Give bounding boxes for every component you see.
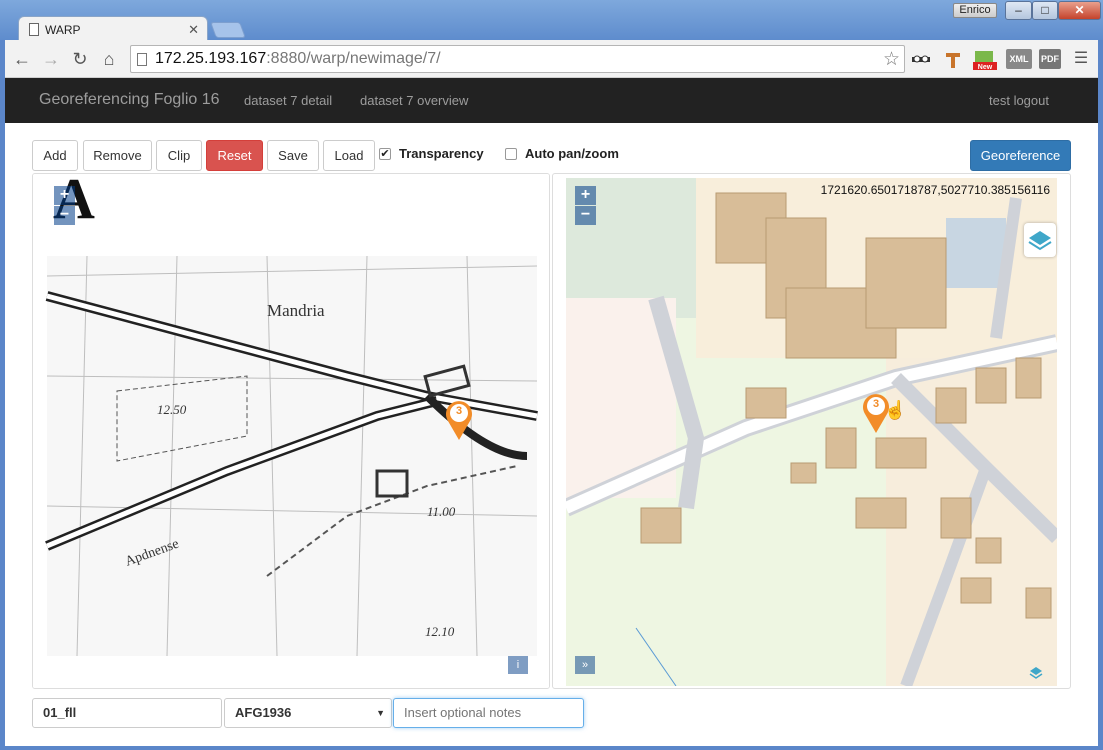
incognito-icon[interactable]	[910, 49, 932, 69]
home-icon[interactable]: ⌂	[98, 48, 120, 70]
logout-link[interactable]: test logout	[989, 93, 1049, 108]
crs-selected-value: AFG1936	[235, 705, 292, 720]
crs-select[interactable]: AFG1936 ▼	[224, 698, 392, 728]
basemap[interactable]: 3 ☝	[566, 178, 1057, 686]
layer-switcher-button[interactable]	[1024, 223, 1056, 257]
url-path: :8880/warp/newimage/7/	[266, 50, 441, 67]
new-badge-icon[interactable]: New	[973, 49, 997, 71]
page-icon	[29, 23, 39, 36]
overview-expand-button[interactable]: »	[575, 656, 595, 674]
dropdown-caret-icon: ▼	[376, 708, 385, 718]
page: Georeferencing Foglio 16 dataset 7 detai…	[5, 78, 1098, 746]
zoom-in-button[interactable]: +	[54, 186, 75, 205]
gcp-number: 3	[455, 405, 463, 417]
minimize-button[interactable]: –	[1005, 1, 1032, 20]
forward-icon[interactable]: →	[40, 48, 62, 70]
info-button[interactable]: i	[508, 656, 528, 674]
nav-dataset-overview[interactable]: dataset 7 overview	[360, 93, 468, 108]
transparency-checkbox[interactable]: ✔	[379, 148, 391, 160]
navbar: Georeferencing Foglio 16 dataset 7 detai…	[5, 78, 1098, 123]
document-icon	[137, 52, 147, 66]
right-zoom-control: + −	[575, 186, 596, 226]
new-tab-button[interactable]	[210, 22, 246, 38]
svg-text:New: New	[978, 64, 993, 71]
reset-button[interactable]: Reset	[206, 140, 263, 171]
autopan-checkbox[interactable]	[505, 148, 517, 160]
brand-title[interactable]: Georeferencing Foglio 16	[39, 91, 220, 109]
zoom-out-button[interactable]: −	[575, 206, 596, 225]
menu-icon[interactable]: ☰	[1070, 48, 1092, 70]
maximize-button[interactable]: □	[1032, 1, 1058, 20]
close-tab-icon[interactable]: ✕	[188, 22, 199, 38]
layers-icon	[1028, 231, 1052, 251]
map-label-elevation-3: 12.10	[425, 624, 455, 639]
mouse-coordinates: 1721620.6501718787,5027710.385156116	[820, 183, 1050, 197]
autopan-label: Auto pan/zoom	[525, 146, 619, 161]
georeference-button[interactable]: Georeference	[970, 140, 1071, 171]
hand-cursor-icon: ☝	[884, 400, 907, 420]
tab-title: WARP	[45, 22, 81, 37]
transparency-label: Transparency	[399, 146, 484, 161]
small-layers-icon[interactable]	[1029, 666, 1043, 680]
scanned-map[interactable]: A	[33, 174, 549, 688]
close-window-button[interactable]: ✕	[1058, 1, 1101, 20]
nav-dataset-detail[interactable]: dataset 7 detail	[244, 93, 332, 108]
url-host: 172.25.193.167	[155, 50, 267, 67]
load-button[interactable]: Load	[323, 140, 375, 171]
xml-icon[interactable]: XML	[1006, 49, 1032, 69]
reload-icon[interactable]: ↻	[69, 48, 91, 70]
left-zoom-control: + −	[54, 186, 75, 226]
target-map-panel: 3 ☝ 1721620.6501718787,5027710.385156116…	[552, 173, 1071, 689]
browser-titlebar: WARP ✕ Enrico – □ ✕	[0, 0, 1103, 42]
zoom-in-button[interactable]: +	[575, 186, 596, 205]
notes-input[interactable]	[404, 699, 583, 726]
browser-tab[interactable]: WARP ✕	[18, 16, 208, 42]
gcp-marker-left[interactable]: 3	[443, 397, 475, 441]
browser-toolbar: ← → ↻ ⌂ 172.25.193.167 :8880/warp/newima…	[5, 40, 1098, 78]
scan-image: Mandria 12.50 11.00 Apdnense 12.10	[45, 255, 538, 657]
notes-field[interactable]	[393, 698, 584, 728]
address-bar[interactable]: 172.25.193.167 :8880/warp/newimage/7/ ☆	[130, 45, 905, 73]
back-icon[interactable]: ←	[11, 48, 33, 70]
remove-button[interactable]: Remove	[83, 140, 152, 171]
map-label-mandria: Mandria	[267, 301, 325, 320]
profile-user-chip[interactable]: Enrico	[953, 3, 997, 18]
clip-button[interactable]: Clip	[156, 140, 202, 171]
source-map-panel: A	[32, 173, 550, 689]
zoom-out-button[interactable]: −	[54, 206, 75, 225]
bookmark-star-icon[interactable]: ☆	[883, 48, 900, 71]
map-label-elevation-1: 12.50	[157, 402, 187, 417]
add-button[interactable]: Add	[32, 140, 78, 171]
save-button[interactable]: Save	[267, 140, 319, 171]
image-name-field[interactable]: 01_fll	[32, 698, 222, 728]
map-label-elevation-2: 11.00	[427, 504, 456, 519]
hammer-icon[interactable]	[942, 49, 964, 69]
pdf-icon[interactable]: PDF	[1039, 49, 1061, 69]
